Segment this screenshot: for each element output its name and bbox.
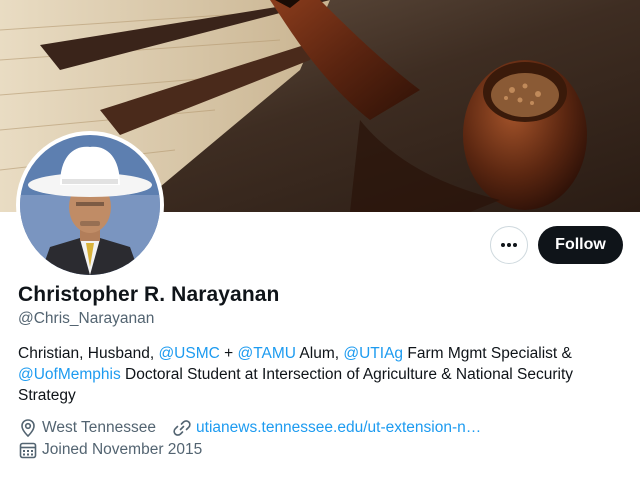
- mention-usmc[interactable]: @USMC: [158, 345, 219, 362]
- follow-button[interactable]: Follow: [538, 226, 623, 264]
- profile-joined-date: Joined November 2015: [42, 441, 203, 458]
- profile-avatar[interactable]: [16, 131, 164, 279]
- profile-handle: @Chris_Narayanan: [18, 310, 155, 327]
- mention-utiag[interactable]: @UTIAg: [343, 345, 403, 362]
- mention-uofmemphis[interactable]: @UofMemphis: [18, 366, 121, 383]
- profile-location: West Tennessee: [42, 419, 157, 436]
- profile-website-link[interactable]: utianews.tennessee.edu/ut-extension-n…: [196, 419, 481, 437]
- profile-bio: Christian, Husband, @USMC + @TAMU Alum, …: [18, 343, 618, 406]
- calendar-icon: [18, 440, 38, 460]
- profile-joined-row: Joined November 2015: [18, 440, 202, 460]
- location-pin-icon: [18, 418, 38, 438]
- profile-name: Christopher R. Narayanan: [18, 283, 280, 306]
- bio-text: +: [219, 345, 238, 362]
- profile-meta-row: West Tennessee utianews.tennessee.edu/ut…: [18, 418, 481, 438]
- mention-tamu[interactable]: @TAMU: [237, 345, 296, 362]
- bio-text: Alum,: [295, 345, 344, 362]
- follow-button-label: Follow: [555, 236, 606, 253]
- bio-text: Christian, Husband,: [18, 345, 159, 362]
- more-options-button[interactable]: [490, 226, 528, 264]
- bio-text: Farm Mgmt Specialist &: [403, 345, 572, 362]
- more-icon: [499, 235, 519, 255]
- link-icon: [172, 418, 192, 438]
- avatar-image: [20, 135, 160, 275]
